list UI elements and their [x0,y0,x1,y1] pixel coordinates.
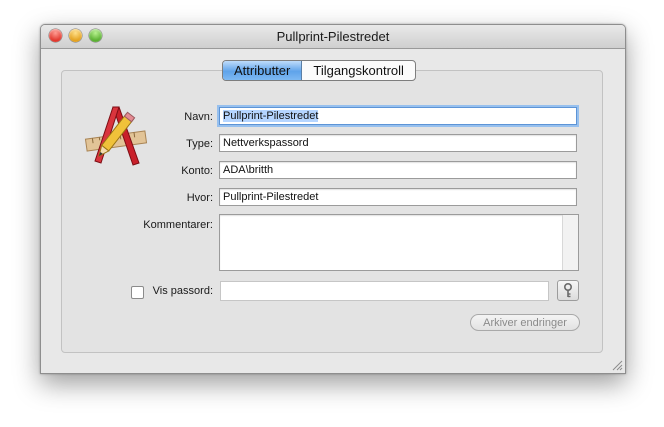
account-label: Konto: [181,165,213,177]
name-label: Navn: [184,111,213,123]
key-button[interactable] [557,280,579,301]
where-label: Hvor: [186,192,213,204]
save-changes-button[interactable]: Arkiver endringer [470,314,580,331]
account-field[interactable]: ADA\britth [219,161,577,179]
show-password-label[interactable]: Vis passord: [93,285,213,297]
window-title: Pullprint-Pilestredet [276,29,390,44]
name-field[interactable]: Pullprint-Pilestredet [219,107,577,125]
tab-bar: Attributter Tilgangskontroll [222,60,416,81]
where-field[interactable]: Pullprint-Pilestredet [219,188,577,206]
type-field[interactable]: Nettverkspassord [219,134,577,152]
comments-textarea[interactable] [219,214,579,271]
type-label: Type: [186,138,213,150]
tab-access-control[interactable]: Tilgangskontroll [302,61,415,80]
title-bar[interactable]: Pullprint-Pilestredet [41,25,625,49]
key-icon [564,282,573,298]
comments-label: Kommentarer: [143,219,213,231]
comments-scrollbar[interactable] [562,215,578,270]
name-value: Pullprint-Pilestredet [223,110,319,122]
keychain-item-window: Pullprint-Pilestredet Attributter Tilgan… [40,24,626,374]
tab-attributes[interactable]: Attributter [223,61,303,80]
password-field[interactable] [220,281,549,301]
resize-grip-icon[interactable] [612,360,623,371]
